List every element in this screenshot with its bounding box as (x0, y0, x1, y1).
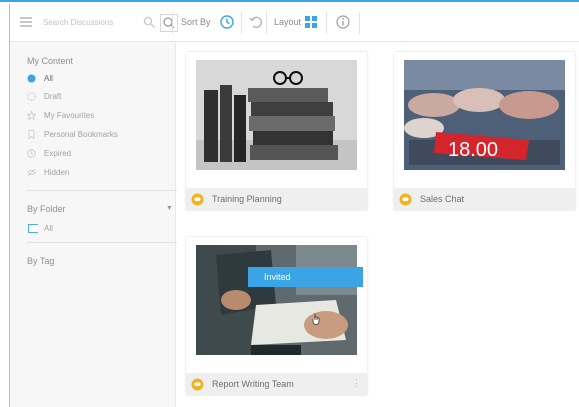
invited-badge: Invited (248, 267, 363, 287)
sidebar-divider (27, 242, 177, 243)
price-label: 18.00 (448, 139, 498, 161)
my-content-heading: My Content (27, 56, 74, 66)
folder-item-label: All (44, 224, 53, 233)
by-folder-heading[interactable]: By Folder (27, 204, 66, 214)
card-title[interactable]: Sales Chat (420, 194, 464, 204)
grid-layout-icon[interactable] (303, 14, 319, 30)
clock-sort-icon[interactable] (219, 14, 235, 30)
card-thumbnail (196, 60, 357, 170)
sidebar-item-my-favourites[interactable]: My Favourites (27, 109, 94, 122)
discussion-card[interactable]: Invited Report Writing Team ⋮ (186, 237, 367, 395)
toolbar-divider (241, 12, 242, 34)
search-clear-icon[interactable] (143, 16, 156, 29)
chat-bubble-icon (399, 193, 412, 205)
sidebar-item-label: My Favourites (44, 111, 95, 120)
sidebar-item-label: Hidden (44, 168, 70, 177)
sort-by-label[interactable]: Sort By (181, 17, 211, 27)
menu-icon[interactable] (20, 17, 32, 27)
card-footer: Sales Chat (394, 188, 575, 210)
sidebar-item-label: Draft (44, 92, 62, 101)
sidebar-item-label: Personal Bookmarks (44, 130, 118, 139)
info-icon[interactable] (335, 14, 351, 30)
search-placeholder: Search Discussions (43, 18, 114, 27)
toolbar-divider (326, 12, 327, 34)
discussion-card[interactable]: 18.00 Sales Chat (394, 52, 575, 210)
hand-cursor-icon (312, 313, 320, 325)
chevron-down-icon[interactable]: ▼ (166, 205, 173, 212)
star-icon (27, 111, 36, 120)
more-options-icon[interactable]: ⋮ (352, 378, 361, 389)
folder-item-all[interactable]: All (27, 222, 53, 235)
sidebar-item-label: Expired (44, 149, 72, 158)
sidebar-item-hidden[interactable]: Hidden (27, 166, 69, 179)
card-footer: Training Planning (186, 188, 367, 210)
sidebar-item-draft[interactable]: Draft (27, 90, 61, 103)
card-footer: Report Writing Team ⋮ (186, 373, 367, 395)
sidebar-divider (27, 190, 177, 191)
search-input[interactable]: Search Discussions (38, 12, 180, 34)
draft-icon (27, 92, 36, 101)
folder-icon (28, 224, 38, 233)
sidebar-item-label: All (44, 74, 53, 83)
toolbar: Search Discussions Sort By Layout (10, 4, 579, 42)
card-title[interactable]: Report Writing Team (212, 379, 294, 389)
toolbar-divider (266, 12, 267, 34)
app-frame: Search Discussions Sort By Layout My Con… (0, 0, 579, 407)
toolbar-divider (359, 12, 360, 34)
circle-icon (27, 74, 36, 83)
toolbar-divider (172, 12, 173, 34)
card-title[interactable]: Training Planning (212, 194, 282, 204)
eye-off-icon (27, 168, 36, 177)
by-tag-heading[interactable]: By Tag (27, 256, 54, 266)
sidebar-item-all[interactable]: All (27, 72, 53, 85)
search-button[interactable] (160, 14, 178, 32)
bookmark-icon (28, 130, 35, 139)
layout-label[interactable]: Layout (274, 17, 301, 27)
chat-bubble-icon (191, 378, 204, 390)
refresh-icon[interactable] (248, 14, 264, 30)
sidebar: My Content All Draft My Favourites Perso… (10, 42, 177, 407)
discussion-card[interactable]: Training Planning (186, 52, 367, 210)
search-icon (163, 17, 175, 29)
card-thumbnail (196, 245, 357, 355)
card-thumbnail: 18.00 (404, 60, 565, 170)
chat-bubble-icon (191, 193, 204, 205)
clock-icon (27, 149, 36, 158)
sidebar-item-personal-bookmarks[interactable]: Personal Bookmarks (27, 128, 118, 141)
sidebar-item-expired[interactable]: Expired (27, 147, 71, 160)
